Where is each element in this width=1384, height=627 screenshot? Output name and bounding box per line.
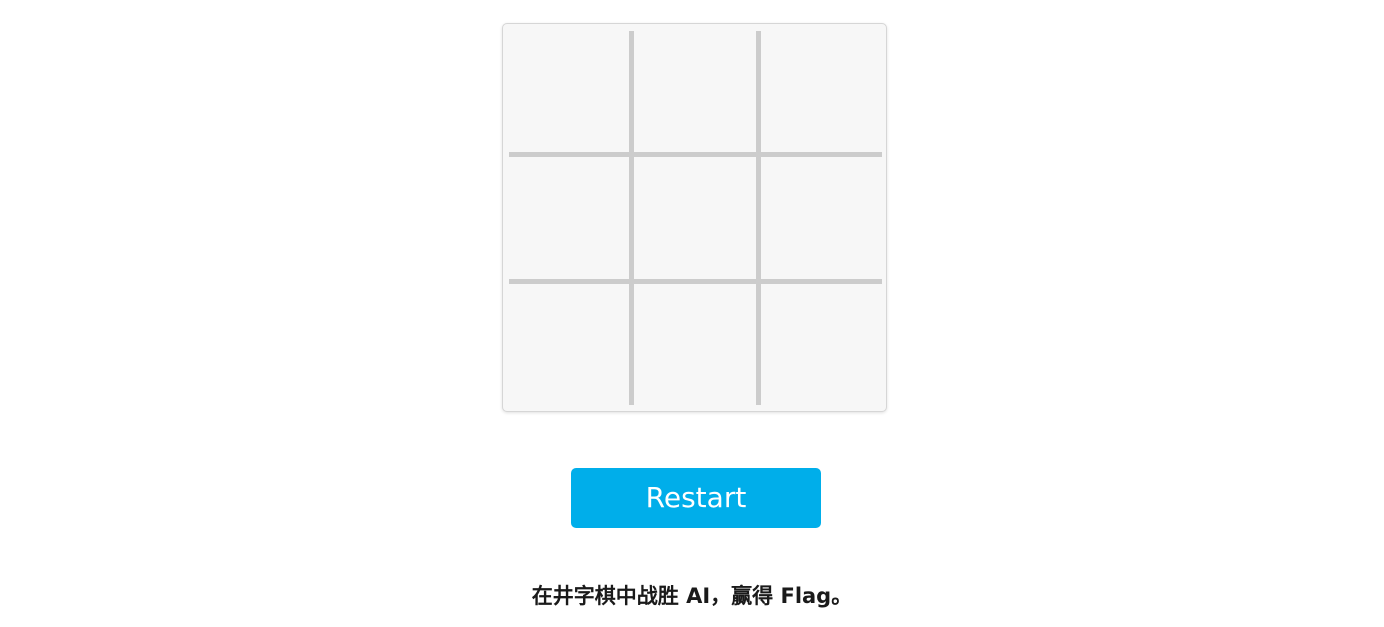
board-cell-1[interactable]	[509, 30, 627, 148]
board-cell-9[interactable]	[763, 284, 881, 402]
board-cell-8[interactable]	[636, 284, 754, 402]
grid-line-vertical-1	[629, 31, 634, 405]
board-cell-5[interactable]	[636, 157, 754, 275]
board-cell-6[interactable]	[763, 157, 881, 275]
board-cell-2[interactable]	[636, 30, 754, 148]
restart-button[interactable]: Restart	[571, 468, 821, 528]
grid-line-vertical-2	[756, 31, 761, 405]
board-cell-4[interactable]	[509, 157, 627, 275]
grid-line-horizontal-2	[509, 279, 882, 284]
instruction-text: 在井字棋中战胜 AI，赢得 Flag。	[531, 584, 853, 608]
board-cell-3[interactable]	[763, 30, 881, 148]
grid-line-horizontal-1	[509, 152, 882, 157]
tic-tac-toe-board	[502, 23, 887, 412]
board-cell-7[interactable]	[509, 284, 627, 402]
